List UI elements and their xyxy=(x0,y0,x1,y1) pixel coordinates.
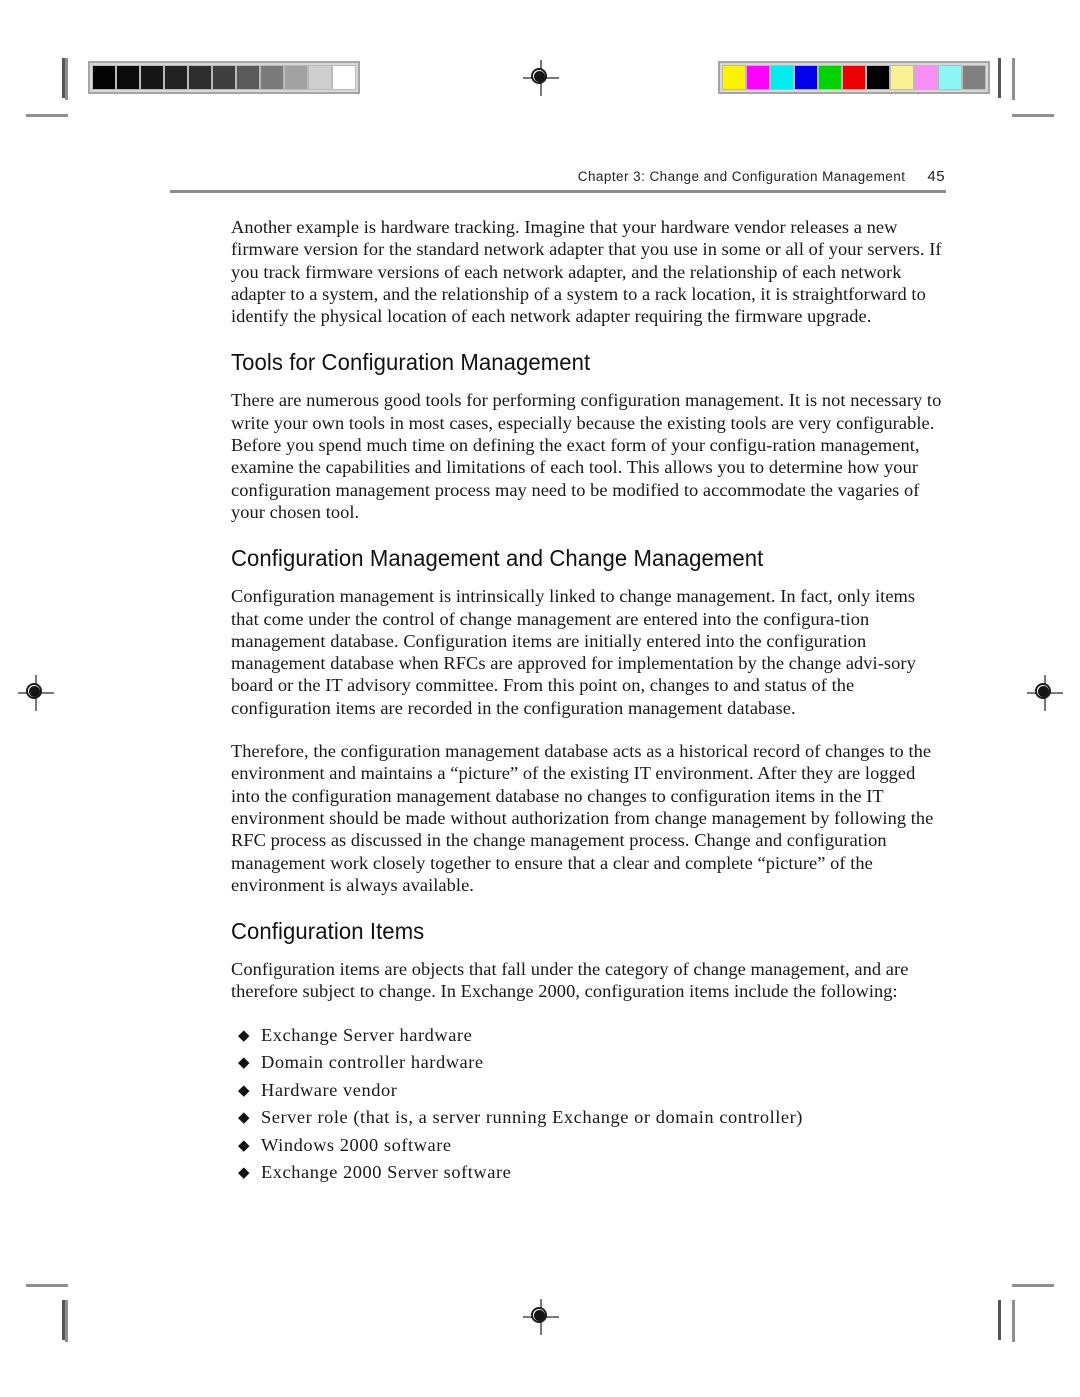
list-item: ◆ Exchange Server hardware xyxy=(231,1024,943,1046)
section-heading-configuration-items: Configuration Items xyxy=(231,918,425,945)
page-content-column: Another example is hardware tracking. Im… xyxy=(231,216,943,1189)
list-item: ◆ Windows 2000 software xyxy=(231,1134,943,1156)
diamond-bullet-icon: ◆ xyxy=(238,1082,251,1099)
list-item: ◆ Server role (that is, a server running … xyxy=(231,1106,943,1128)
body-paragraph-5: Configuration items are objects that fal… xyxy=(231,959,909,1002)
list-item-label: Server role (that is, a server running E… xyxy=(261,1107,803,1128)
page-canvas: Chapter 3: Change and Configuration Mana… xyxy=(0,0,1080,1397)
running-head-chapter-title: Chapter 3: Change and Configuration Mana… xyxy=(577,169,906,184)
list-item-label: Exchange Server hardware xyxy=(261,1024,473,1045)
running-head: Chapter 3: Change and Configuration Mana… xyxy=(170,168,945,185)
section-heading-tools-for-configuration-management: Tools for Configuration Management xyxy=(231,349,591,376)
diamond-bullet-icon: ◆ xyxy=(238,1110,251,1127)
body-paragraph-1: Another example is hardware tracking. Im… xyxy=(231,217,942,327)
section-heading-configuration-management-and-change-management: Configuration Management and Change Mana… xyxy=(231,545,764,572)
diamond-bullet-icon: ◆ xyxy=(238,1165,251,1182)
list-item: ◆ Hardware vendor xyxy=(231,1079,943,1101)
body-paragraph-2: There are numerous good tools for perfor… xyxy=(231,390,942,522)
list-item-label: Hardware vendor xyxy=(261,1079,398,1100)
diamond-bullet-icon: ◆ xyxy=(238,1055,251,1072)
list-item-label: Domain controller hardware xyxy=(261,1052,484,1073)
configuration-items-bullet-list: ◆ Exchange Server hardware ◆ Domain control… xyxy=(231,1024,943,1184)
list-item: ◆ Exchange 2000 Server software xyxy=(231,1161,943,1183)
list-item-label: Windows 2000 software xyxy=(261,1134,452,1155)
list-item-label: Exchange 2000 Server software xyxy=(261,1162,512,1183)
diamond-bullet-icon: ◆ xyxy=(238,1027,251,1044)
body-paragraph-3: Configuration management is intrinsicall… xyxy=(231,586,916,718)
body-paragraph-4: Therefore, the configuration management … xyxy=(231,741,934,895)
page-number-folio: 45 xyxy=(927,168,945,185)
running-head-rule xyxy=(170,190,946,193)
diamond-bullet-icon: ◆ xyxy=(238,1137,251,1154)
list-item: ◆ Domain controller hardware xyxy=(231,1051,943,1073)
